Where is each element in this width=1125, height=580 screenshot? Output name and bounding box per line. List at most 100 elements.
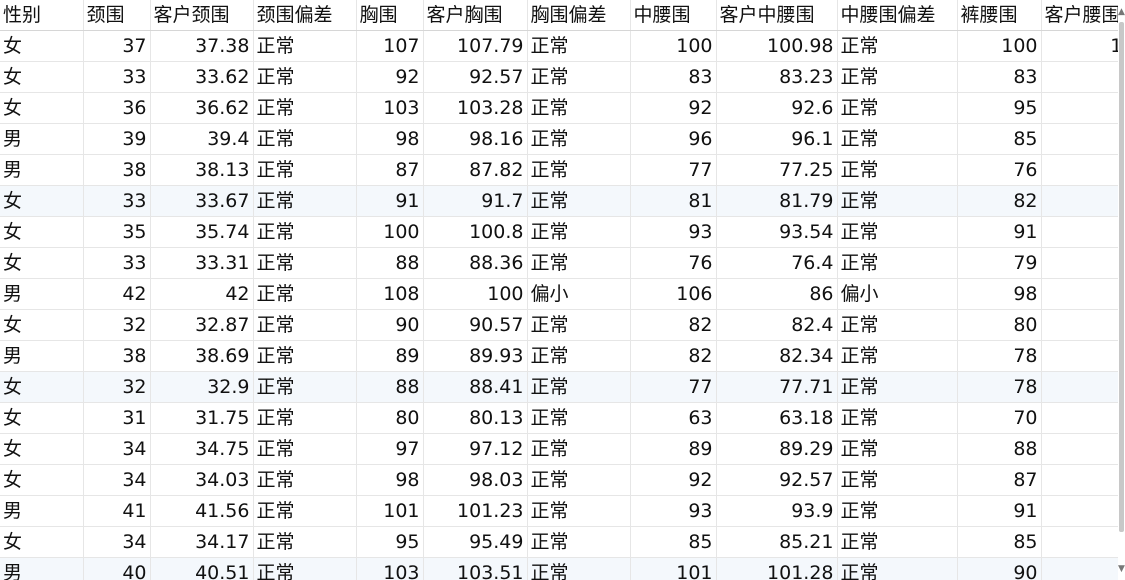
column-header[interactable]: 颈围: [83, 0, 151, 31]
table-cell[interactable]: 38: [83, 154, 151, 186]
table-cell[interactable]: 正常: [527, 557, 631, 580]
table-row[interactable]: 女3434.17正常9595.49正常8585.21正常8585: [0, 526, 1118, 558]
table-cell[interactable]: 92.57: [716, 464, 838, 496]
table-cell[interactable]: 88: [356, 371, 424, 403]
table-row[interactable]: 男4141.56正常101101.23正常9393.9正常9191: [0, 495, 1118, 527]
table-cell[interactable]: 101: [356, 495, 424, 527]
table-cell[interactable]: 39: [83, 123, 151, 155]
column-header[interactable]: 胸围: [356, 0, 424, 31]
table-cell[interactable]: 正常: [527, 309, 631, 341]
table-cell[interactable]: 33: [83, 61, 151, 93]
table-row[interactable]: 女3535.74正常100100.8正常9393.54正常9191: [0, 216, 1118, 248]
table-cell[interactable]: 82: [1041, 185, 1118, 217]
table-cell[interactable]: 正常: [837, 464, 958, 496]
table-cell[interactable]: 正常: [527, 92, 631, 124]
table-cell[interactable]: 95: [356, 526, 424, 558]
table-cell[interactable]: 80: [957, 309, 1042, 341]
table-cell[interactable]: 41: [83, 495, 151, 527]
table-cell[interactable]: 87: [957, 464, 1042, 496]
table-cell[interactable]: 正常: [527, 433, 631, 465]
table-cell[interactable]: 正常: [527, 30, 631, 62]
table-cell[interactable]: 正常: [837, 340, 958, 372]
table-cell[interactable]: 92: [356, 61, 424, 93]
table-cell[interactable]: 81: [630, 185, 717, 217]
table-cell[interactable]: 36: [83, 92, 151, 124]
table-cell[interactable]: 正常: [253, 309, 357, 341]
table-cell[interactable]: 87: [1041, 464, 1118, 496]
table-cell[interactable]: 83: [630, 61, 717, 93]
table-cell[interactable]: 男: [0, 154, 84, 186]
table-cell[interactable]: 89.29: [716, 433, 838, 465]
table-cell[interactable]: 正常: [253, 30, 357, 62]
table-cell[interactable]: 正常: [527, 216, 631, 248]
table-row[interactable]: 男3838.13正常8787.82正常7777.25正常7676: [0, 154, 1118, 186]
table-cell[interactable]: 40: [83, 557, 151, 580]
table-cell[interactable]: 76: [957, 154, 1042, 186]
table-cell[interactable]: 89: [356, 340, 424, 372]
table-cell[interactable]: 正常: [527, 340, 631, 372]
table-cell[interactable]: 91: [957, 495, 1042, 527]
table-cell[interactable]: 93: [630, 495, 717, 527]
table-cell[interactable]: 33.67: [150, 185, 254, 217]
table-cell[interactable]: 正常: [837, 402, 958, 434]
table-cell[interactable]: 79: [1041, 247, 1118, 279]
table-cell[interactable]: 85.21: [716, 526, 838, 558]
table-cell[interactable]: 76: [1041, 154, 1118, 186]
table-cell[interactable]: 80: [1041, 309, 1118, 341]
table-cell[interactable]: 98.16: [423, 123, 528, 155]
table-cell[interactable]: 92: [630, 92, 717, 124]
column-header[interactable]: 客户颈围: [150, 0, 254, 31]
table-cell[interactable]: 91: [356, 185, 424, 217]
table-cell[interactable]: 正常: [527, 464, 631, 496]
table-cell[interactable]: 正常: [837, 154, 958, 186]
table-cell[interactable]: 100: [356, 216, 424, 248]
table-row[interactable]: 女3232.87正常9090.57正常8282.4正常8080: [0, 309, 1118, 341]
table-cell[interactable]: 正常: [837, 495, 958, 527]
table-cell[interactable]: 86: [716, 278, 838, 310]
table-cell[interactable]: 正常: [253, 185, 357, 217]
table-cell[interactable]: 95: [957, 92, 1042, 124]
table-cell[interactable]: 89.93: [423, 340, 528, 372]
table-cell[interactable]: 42: [150, 278, 254, 310]
table-cell[interactable]: 31.75: [150, 402, 254, 434]
table-cell[interactable]: 83: [957, 61, 1042, 93]
table-cell[interactable]: 87: [356, 154, 424, 186]
table-cell[interactable]: 103: [356, 557, 424, 580]
table-row[interactable]: 女3737.38正常107107.79正常100100.98正常100100: [0, 30, 1118, 62]
table-row[interactable]: 女3333.31正常8888.36正常7676.4正常7979: [0, 247, 1118, 279]
table-cell[interactable]: 34.75: [150, 433, 254, 465]
table-cell[interactable]: 92.6: [716, 92, 838, 124]
table-cell[interactable]: 93: [630, 216, 717, 248]
table-cell[interactable]: 女: [0, 30, 84, 62]
table-cell[interactable]: 女: [0, 433, 84, 465]
table-cell[interactable]: 82: [630, 340, 717, 372]
table-cell[interactable]: 92.57: [423, 61, 528, 93]
column-header[interactable]: 性别: [0, 0, 84, 31]
table-cell[interactable]: 93.9: [716, 495, 838, 527]
table-cell[interactable]: 正常: [837, 371, 958, 403]
table-row[interactable]: 女3636.62正常103103.28正常9292.6正常9595: [0, 92, 1118, 124]
table-cell[interactable]: 85: [630, 526, 717, 558]
table-cell[interactable]: 男: [0, 340, 84, 372]
table-cell[interactable]: 7: [1041, 340, 1118, 372]
table-cell[interactable]: 85: [1041, 123, 1118, 155]
table-cell[interactable]: 33: [83, 247, 151, 279]
table-cell[interactable]: 男: [0, 557, 84, 580]
table-cell[interactable]: 100.8: [423, 216, 528, 248]
table-cell[interactable]: 32: [83, 371, 151, 403]
table-cell[interactable]: 42: [83, 278, 151, 310]
table-cell[interactable]: 91: [957, 216, 1042, 248]
table-cell[interactable]: 34.17: [150, 526, 254, 558]
table-cell[interactable]: 女: [0, 185, 84, 217]
table-row[interactable]: 男 42 42 正常 108 100 偏小 106 86 偏小 98: [0, 278, 1118, 310]
table-cell[interactable]: 33: [83, 185, 151, 217]
table-row[interactable]: 女3333.62正常9292.57正常8383.23正常8383: [0, 61, 1118, 93]
table-cell[interactable]: 正常: [527, 61, 631, 93]
table-cell[interactable]: 35: [83, 216, 151, 248]
table-cell[interactable]: 63: [630, 402, 717, 434]
table-cell[interactable]: 女: [0, 309, 84, 341]
table-cell[interactable]: 女: [0, 247, 84, 279]
column-header[interactable]: 胸围偏差: [527, 0, 631, 31]
table-cell[interactable]: 81.79: [716, 185, 838, 217]
column-header[interactable]: 裤腰围: [957, 0, 1042, 31]
